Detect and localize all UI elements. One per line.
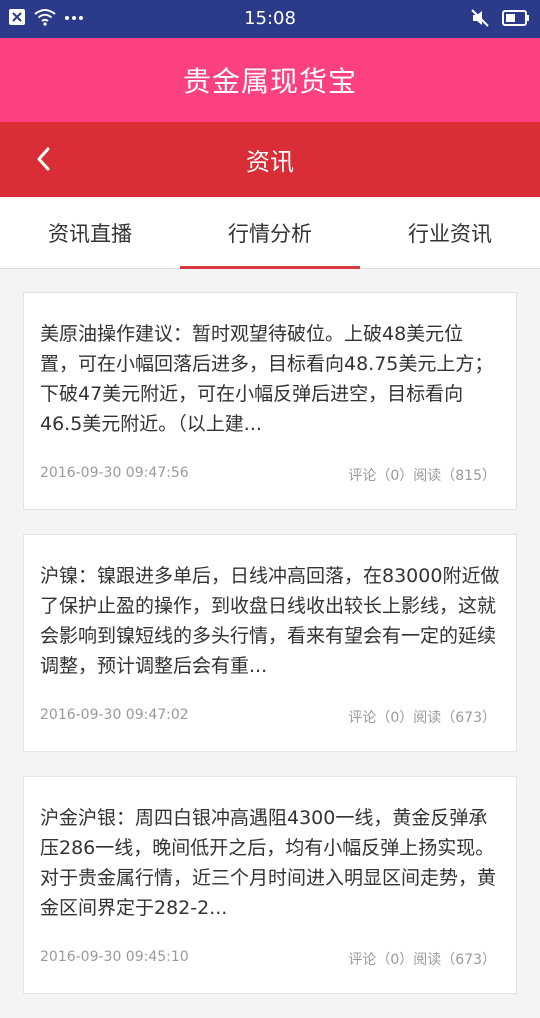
article-card[interactable]: 沪镍：镍跟进多单后，日线冲高回落，在83000附近做了保护止盈的操作，到收盘日线… — [23, 534, 517, 752]
status-time: 15:08 — [244, 8, 296, 29]
article-stats: 评论（0）阅读（673） — [348, 952, 496, 968]
tab-industry-news[interactable]: 行业资讯 — [360, 197, 540, 268]
article-date: 2016-09-30 09:47:02 — [40, 707, 189, 723]
tab-bar: 资讯直播 行情分析 行业资讯 — [0, 197, 540, 269]
article-card[interactable]: 美原油操作建议：暂时观望待破位。上破48美元位置，可在小幅回落后进多，目标看向4… — [23, 292, 517, 510]
battery-icon — [502, 9, 530, 27]
app-title: 贵金属现货宝 — [182, 65, 357, 98]
article-summary: 沪金沪银：周四白银冲高遇阻4300一线，黄金反弹承压286一线，晚间低开之后，均… — [40, 807, 497, 919]
article-meta: 2016-09-30 09:45:10 评论（0）阅读（673） — [40, 949, 496, 969]
status-bar: 15:08 — [0, 0, 540, 38]
mute-icon — [470, 8, 490, 28]
article-summary: 美原油操作建议：暂时观望待破位。上破48美元位置，可在小幅回落后进多，目标看向4… — [40, 323, 494, 435]
article-card[interactable]: 沪金沪银：周四白银冲高遇阻4300一线，黄金反弹承压286一线，晚间低开之后，均… — [23, 776, 517, 994]
tab-news-live[interactable]: 资讯直播 — [0, 197, 180, 268]
article-date: 2016-09-30 09:45:10 — [40, 949, 189, 965]
article-list: 美原油操作建议：暂时观望待破位。上破48美元位置，可在小幅回落后进多，目标看向4… — [23, 292, 517, 1018]
article-meta: 2016-09-30 09:47:02 评论（0）阅读（673） — [40, 707, 496, 727]
article-stats: 评论（0）阅读（673） — [348, 710, 496, 726]
article-stats: 评论（0）阅读（815） — [348, 468, 496, 484]
page-title: 资讯 — [246, 148, 294, 176]
status-right-icons — [470, 8, 530, 28]
article-summary: 沪镍：镍跟进多单后，日线冲高回落，在83000附近做了保护止盈的操作，到收盘日线… — [40, 565, 500, 677]
article-meta: 2016-09-30 09:47:56 评论（0）阅读（815） — [40, 465, 496, 485]
app-header: 贵金属现货宝 — [0, 38, 540, 122]
back-button[interactable] — [28, 142, 58, 176]
tab-market-analysis[interactable]: 行情分析 — [180, 197, 360, 269]
article-date: 2016-09-30 09:47:56 — [40, 465, 189, 481]
chevron-left-icon — [35, 146, 51, 172]
nav-bar: 资讯 — [0, 122, 540, 197]
